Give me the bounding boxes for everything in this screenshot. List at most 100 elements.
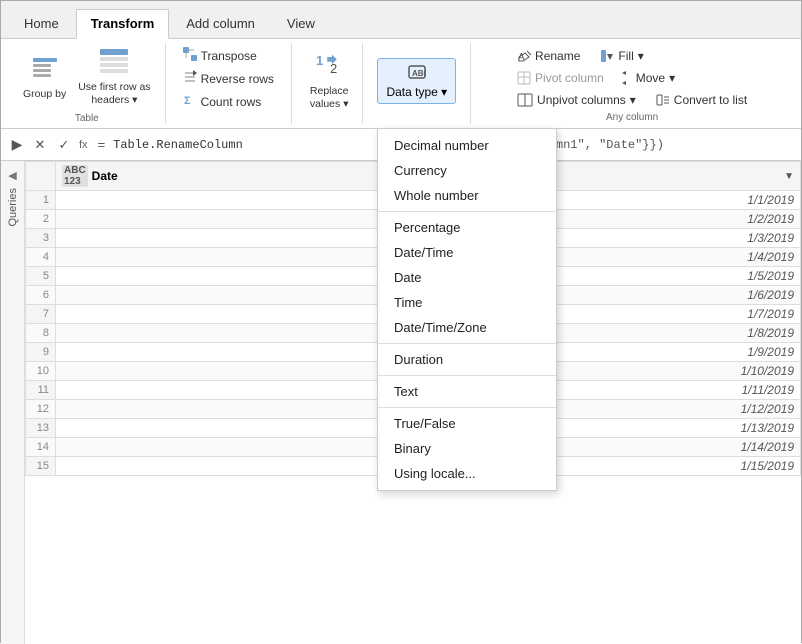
group-by-button[interactable]: Group by xyxy=(17,50,72,104)
convert-to-list-button[interactable]: Convert to list xyxy=(651,91,752,109)
ribbon-group-replace: 1 2 Replacevalues ▾ xyxy=(292,43,364,124)
unpivot-label: Unpivot columns xyxy=(537,93,626,107)
use-first-row-button[interactable]: Use first row asheaders ▾ xyxy=(72,43,156,110)
unpivot-columns-button[interactable]: Unpivot columns ▾ xyxy=(512,91,641,109)
move-label: Move xyxy=(636,71,665,85)
group-by-icon xyxy=(31,54,59,86)
move-button[interactable]: Move ▾ xyxy=(613,69,680,87)
data-type-label: Data type ▾ xyxy=(386,85,447,99)
dropdown-item-percentage[interactable]: Percentage xyxy=(378,215,556,240)
formula-equals: = xyxy=(94,137,110,152)
sidebar-label: Queries xyxy=(7,188,19,227)
formula-cancel-button[interactable]: ✕ xyxy=(29,134,51,156)
tab-add-column[interactable]: Add column xyxy=(171,9,270,38)
fill-label: Fill xyxy=(618,49,633,63)
tab-transform[interactable]: Transform xyxy=(76,9,170,39)
row-number: 9 xyxy=(26,343,56,362)
count-rows-button[interactable]: Σ Count rows xyxy=(178,91,279,112)
fill-dropdown-icon: ▾ xyxy=(638,49,644,63)
dropdown-item-datetime[interactable]: Date/Time xyxy=(378,240,556,265)
replace-values-label: Replacevalues ▾ xyxy=(310,85,349,110)
row-number: 12 xyxy=(26,400,56,419)
move-icon xyxy=(618,71,632,85)
row-number: 3 xyxy=(26,229,56,248)
reverse-rows-icon xyxy=(183,70,197,87)
svg-text:Σ: Σ xyxy=(184,95,191,107)
tab-view[interactable]: View xyxy=(272,9,330,38)
transpose-button[interactable]: Transpose xyxy=(178,45,279,66)
count-rows-icon: Σ xyxy=(183,93,197,110)
row-num-header xyxy=(26,162,56,191)
col-dropdown-icon[interactable]: ▼ xyxy=(784,171,794,182)
dropdown-separator xyxy=(378,375,556,376)
data-type-icon: ABC xyxy=(408,63,426,81)
dropdown-item-using-locale[interactable]: Using locale... xyxy=(378,461,556,486)
row-number: 14 xyxy=(26,438,56,457)
dropdown-item-text[interactable]: Text xyxy=(378,379,556,404)
row-number: 4 xyxy=(26,248,56,267)
fill-icon xyxy=(600,49,614,63)
use-first-row-label: Use first row asheaders ▾ xyxy=(78,81,150,106)
dropdown-item-duration[interactable]: Duration xyxy=(378,347,556,372)
col-name: Date xyxy=(92,169,118,183)
svg-text:1: 1 xyxy=(316,53,323,68)
row-number: 7 xyxy=(26,305,56,324)
dropdown-separator xyxy=(378,211,556,212)
dropdown-separator xyxy=(378,407,556,408)
unpivot-icon xyxy=(517,93,533,107)
ribbon-table-items: Group by Use first row asheaders ▾ xyxy=(17,43,157,110)
group-by-label: Group by xyxy=(23,88,66,100)
row-number: 13 xyxy=(26,419,56,438)
dropdown-item-date[interactable]: Date xyxy=(378,265,556,290)
ribbon-group-any-column: A Rename Fill ▾ xyxy=(471,43,793,124)
row-number: 11 xyxy=(26,381,56,400)
formula-confirm-button[interactable]: ✓ xyxy=(53,134,75,156)
replace-items: 1 2 Replacevalues ▾ xyxy=(300,43,355,119)
ribbon-group-datatype: ABC Data type ▾ xyxy=(363,43,471,124)
convert-label: Convert to list xyxy=(674,93,747,107)
dropdown-item-decimal[interactable]: Decimal number xyxy=(378,133,556,158)
dropdown-item-time[interactable]: Time xyxy=(378,290,556,315)
svg-text:2: 2 xyxy=(330,61,337,76)
transpose-icon xyxy=(183,47,197,64)
row-number: 8 xyxy=(26,324,56,343)
reverse-rows-button[interactable]: Reverse rows xyxy=(178,68,279,89)
sidebar[interactable]: ◀ Queries xyxy=(1,161,25,644)
tab-bar: Home Transform Add column View xyxy=(1,1,801,39)
transpose-label: Transpose xyxy=(201,49,257,63)
pivot-column-button[interactable]: Pivot column xyxy=(512,69,609,87)
rename-label: Rename xyxy=(535,49,580,63)
dropdown-item-datetimezone[interactable]: Date/Time/Zone xyxy=(378,315,556,340)
rename-button[interactable]: A Rename xyxy=(512,47,585,65)
formula-fx-label: fx xyxy=(79,139,88,151)
data-type-button[interactable]: ABC Data type ▾ xyxy=(377,58,456,104)
table-group-label: Table xyxy=(75,110,99,126)
replace-values-button[interactable]: 1 2 Replacevalues ▾ xyxy=(304,47,355,114)
dropdown-item-truefalse[interactable]: True/False xyxy=(378,411,556,436)
ribbon-group-transforms: Transpose Reverse rows Σ xyxy=(166,43,292,124)
datatype-items: ABC Data type ▾ xyxy=(371,43,462,119)
row-number: 1 xyxy=(26,191,56,210)
tab-home[interactable]: Home xyxy=(9,9,74,38)
row-number: 6 xyxy=(26,286,56,305)
pivot-label: Pivot column xyxy=(535,71,604,85)
transform-small-buttons: Transpose Reverse rows Σ xyxy=(174,43,283,114)
formula-expand-button[interactable]: ▶ xyxy=(5,133,29,157)
any-col-row-top: A Rename Fill ▾ xyxy=(512,47,649,65)
row-number: 15 xyxy=(26,457,56,476)
dropdown-item-currency[interactable]: Currency xyxy=(378,158,556,183)
any-col-row2: Pivot column Move ▾ xyxy=(512,69,680,87)
reverse-rows-label: Reverse rows xyxy=(201,72,274,86)
ribbon: Group by Use first row asheaders ▾ Table xyxy=(1,39,801,129)
dropdown-separator xyxy=(378,343,556,344)
pivot-icon xyxy=(517,71,531,85)
row-number: 5 xyxy=(26,267,56,286)
row-number: 2 xyxy=(26,210,56,229)
row-number: 10 xyxy=(26,362,56,381)
fill-button[interactable]: Fill ▾ xyxy=(595,47,648,65)
use-first-row-icon xyxy=(99,47,129,79)
data-type-dropdown: Decimal numberCurrencyWhole number Percen… xyxy=(377,128,557,491)
any-col-items: A Rename Fill ▾ xyxy=(512,43,752,109)
dropdown-item-whole[interactable]: Whole number xyxy=(378,183,556,208)
dropdown-item-binary[interactable]: Binary xyxy=(378,436,556,461)
